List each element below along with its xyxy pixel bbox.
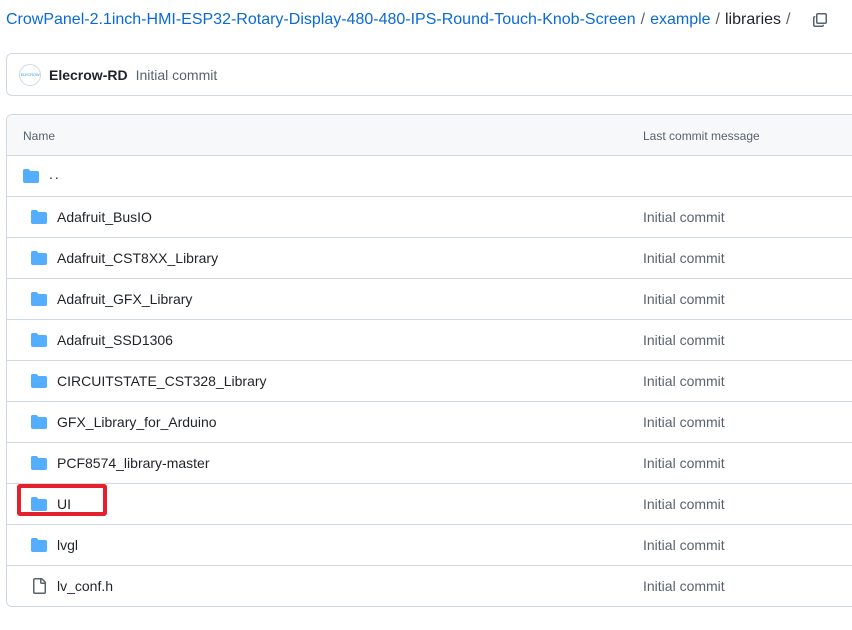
folder-icon bbox=[31, 333, 47, 347]
table-header: Name Last commit message bbox=[7, 115, 852, 156]
table-row[interactable]: lvgl Initial commit bbox=[7, 525, 852, 566]
folder-icon bbox=[31, 292, 47, 306]
commit-message-link[interactable]: Initial commit bbox=[643, 496, 725, 512]
folder-icon bbox=[31, 210, 47, 224]
table-row[interactable]: GFX_Library_for_Arduino Initial commit bbox=[7, 402, 852, 443]
copy-path-button[interactable] bbox=[806, 6, 834, 34]
table-row[interactable]: Adafruit_SSD1306 Initial commit bbox=[7, 320, 852, 361]
breadcrumb-current: libraries bbox=[725, 11, 782, 28]
parent-directory-link[interactable]: .. bbox=[49, 166, 61, 182]
folder-icon bbox=[31, 251, 47, 265]
commit-message-link[interactable]: Initial commit bbox=[643, 455, 725, 471]
folder-link[interactable]: UI bbox=[57, 496, 71, 512]
commit-message-link[interactable]: Initial commit bbox=[643, 414, 725, 430]
avatar[interactable]: ELECROW bbox=[19, 63, 41, 86]
breadcrumb-folder-link[interactable]: example bbox=[650, 11, 710, 29]
folder-link[interactable]: lvgl bbox=[57, 537, 78, 553]
folder-icon bbox=[31, 538, 47, 552]
folder-link[interactable]: Adafruit_GFX_Library bbox=[57, 291, 192, 307]
commit-message-link[interactable]: Initial commit bbox=[643, 537, 725, 553]
folder-icon bbox=[31, 374, 47, 388]
commit-message-link[interactable]: Initial commit bbox=[643, 373, 725, 389]
column-header-name: Name bbox=[23, 129, 56, 143]
table-row[interactable]: Adafruit_GFX_Library Initial commit bbox=[7, 279, 852, 320]
breadcrumb: CrowPanel-2.1inch-HMI-ESP32-Rotary-Displ… bbox=[6, 8, 795, 32]
copy-icon bbox=[813, 13, 827, 27]
file-link[interactable]: lv_conf.h bbox=[57, 578, 113, 594]
breadcrumb-separator: / bbox=[715, 11, 720, 28]
folder-icon bbox=[31, 456, 47, 470]
folder-link[interactable]: PCF8574_library-master bbox=[57, 455, 210, 471]
breadcrumb-repo-link[interactable]: CrowPanel-2.1inch-HMI-ESP32-Rotary-Displ… bbox=[6, 11, 636, 29]
folder-link[interactable]: GFX_Library_for_Arduino bbox=[57, 414, 217, 430]
commit-message-link[interactable]: Initial commit bbox=[643, 250, 725, 266]
folder-link[interactable]: CIRCUITSTATE_CST328_Library bbox=[57, 373, 267, 389]
folder-icon bbox=[31, 415, 47, 429]
folder-link[interactable]: Adafruit_CST8XX_Library bbox=[57, 250, 218, 266]
column-header-commit: Last commit message bbox=[643, 129, 760, 143]
commit-message-link[interactable]: Initial commit bbox=[643, 578, 725, 594]
file-icon bbox=[33, 578, 46, 594]
commit-message-link[interactable]: Initial commit bbox=[643, 209, 725, 225]
latest-commit-bar: ELECROW Elecrow-RD Initial commit bbox=[6, 53, 852, 96]
folder-link[interactable]: Adafruit_BusIO bbox=[57, 209, 152, 225]
breadcrumb-separator: / bbox=[640, 11, 646, 28]
breadcrumb-separator: / bbox=[786, 11, 791, 28]
folder-link[interactable]: Adafruit_SSD1306 bbox=[57, 332, 173, 348]
table-row[interactable]: Adafruit_CST8XX_Library Initial commit bbox=[7, 238, 852, 279]
commit-author[interactable]: Elecrow-RD bbox=[49, 67, 128, 83]
commit-message-link[interactable]: Initial commit bbox=[643, 291, 725, 307]
table-row[interactable]: Adafruit_BusIO Initial commit bbox=[7, 197, 852, 238]
folder-icon bbox=[23, 169, 39, 183]
folder-icon bbox=[31, 497, 47, 511]
table-row[interactable]: lv_conf.h Initial commit bbox=[7, 566, 852, 606]
table-row[interactable]: UI Initial commit bbox=[7, 484, 852, 525]
table-row[interactable]: CIRCUITSTATE_CST328_Library Initial commi… bbox=[7, 361, 852, 402]
avatar-logo: ELECROW bbox=[20, 72, 40, 77]
file-table: Name Last commit message .. Adafruit_Bus… bbox=[6, 114, 852, 607]
table-row[interactable]: PCF8574_library-master Initial commit bbox=[7, 443, 852, 484]
commit-message-link[interactable]: Initial commit bbox=[643, 332, 725, 348]
commit-message[interactable]: Initial commit bbox=[136, 67, 218, 83]
parent-directory-row[interactable]: .. bbox=[7, 156, 852, 197]
